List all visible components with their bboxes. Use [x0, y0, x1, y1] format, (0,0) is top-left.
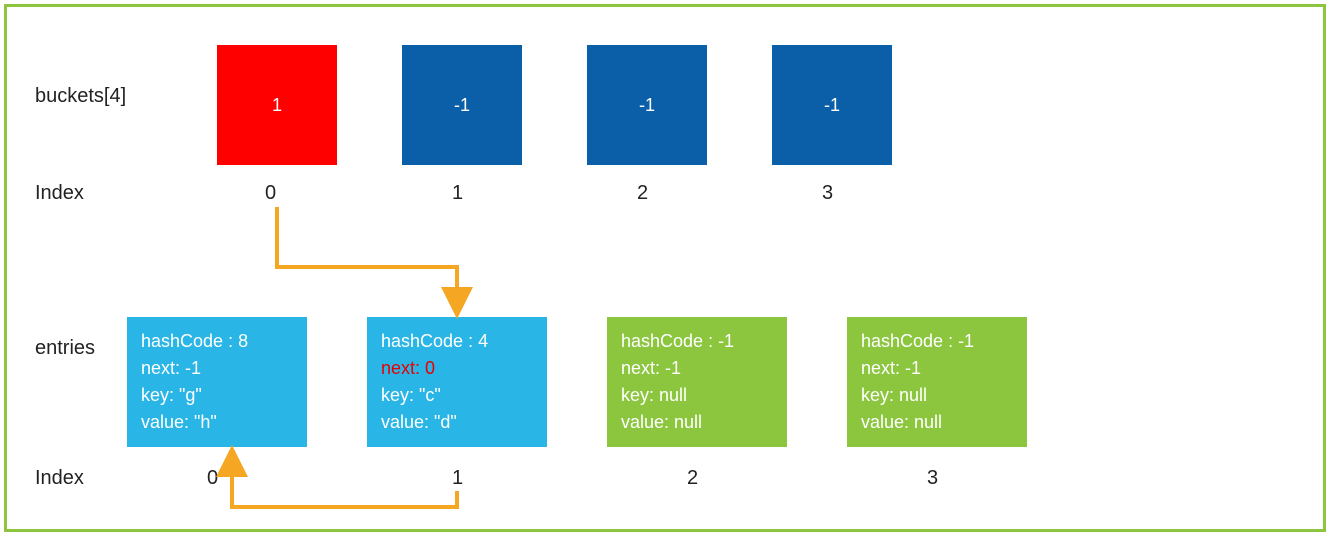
entry-index: 0 [207, 467, 218, 490]
bucket-index: 2 [637, 182, 648, 205]
diagram-frame: buckets[4] Index entries Index 1 -1 -1 -… [4, 4, 1326, 532]
label-index-top: Index [35, 182, 84, 205]
bucket-3: -1 [772, 45, 892, 165]
entry-1: hashCode : 4 next: 0 key: "c" value: "d" [367, 317, 547, 447]
entry-3: hashCode : -1 next: -1 key: null value: … [847, 317, 1027, 447]
bucket-2: -1 [587, 45, 707, 165]
bucket-index: 0 [265, 182, 276, 205]
entry-value: value: "h" [141, 409, 217, 436]
entry-key: key: null [621, 382, 687, 409]
entry-value: value: null [621, 409, 702, 436]
label-buckets: buckets[4] [35, 85, 126, 108]
bucket-value: -1 [454, 95, 470, 116]
arrow-entry1-to-entry0 [232, 453, 457, 507]
bucket-index: 1 [452, 182, 463, 205]
bucket-value: -1 [824, 95, 840, 116]
entry-value: value: "d" [381, 409, 457, 436]
bucket-value: -1 [639, 95, 655, 116]
bucket-1: -1 [402, 45, 522, 165]
entry-hashcode: hashCode : -1 [621, 328, 734, 355]
label-entries: entries [35, 337, 95, 360]
entry-value: value: null [861, 409, 942, 436]
bucket-index: 3 [822, 182, 833, 205]
bucket-0: 1 [217, 45, 337, 165]
entry-next: next: -1 [861, 355, 921, 382]
entry-0: hashCode : 8 next: -1 key: "g" value: "h… [127, 317, 307, 447]
entry-next: next: -1 [621, 355, 681, 382]
entry-index: 3 [927, 467, 938, 490]
entry-hashcode: hashCode : 4 [381, 328, 488, 355]
entry-index: 1 [452, 467, 463, 490]
entry-index: 2 [687, 467, 698, 490]
entry-key: key: null [861, 382, 927, 409]
entry-next: next: 0 [381, 355, 435, 382]
arrow-bucket0-to-entry1 [277, 207, 457, 311]
entry-hashcode: hashCode : 8 [141, 328, 248, 355]
label-index-bottom: Index [35, 467, 84, 490]
entry-key: key: "c" [381, 382, 441, 409]
bucket-value: 1 [272, 95, 282, 116]
entry-next: next: -1 [141, 355, 201, 382]
entry-hashcode: hashCode : -1 [861, 328, 974, 355]
entry-key: key: "g" [141, 382, 202, 409]
entry-2: hashCode : -1 next: -1 key: null value: … [607, 317, 787, 447]
